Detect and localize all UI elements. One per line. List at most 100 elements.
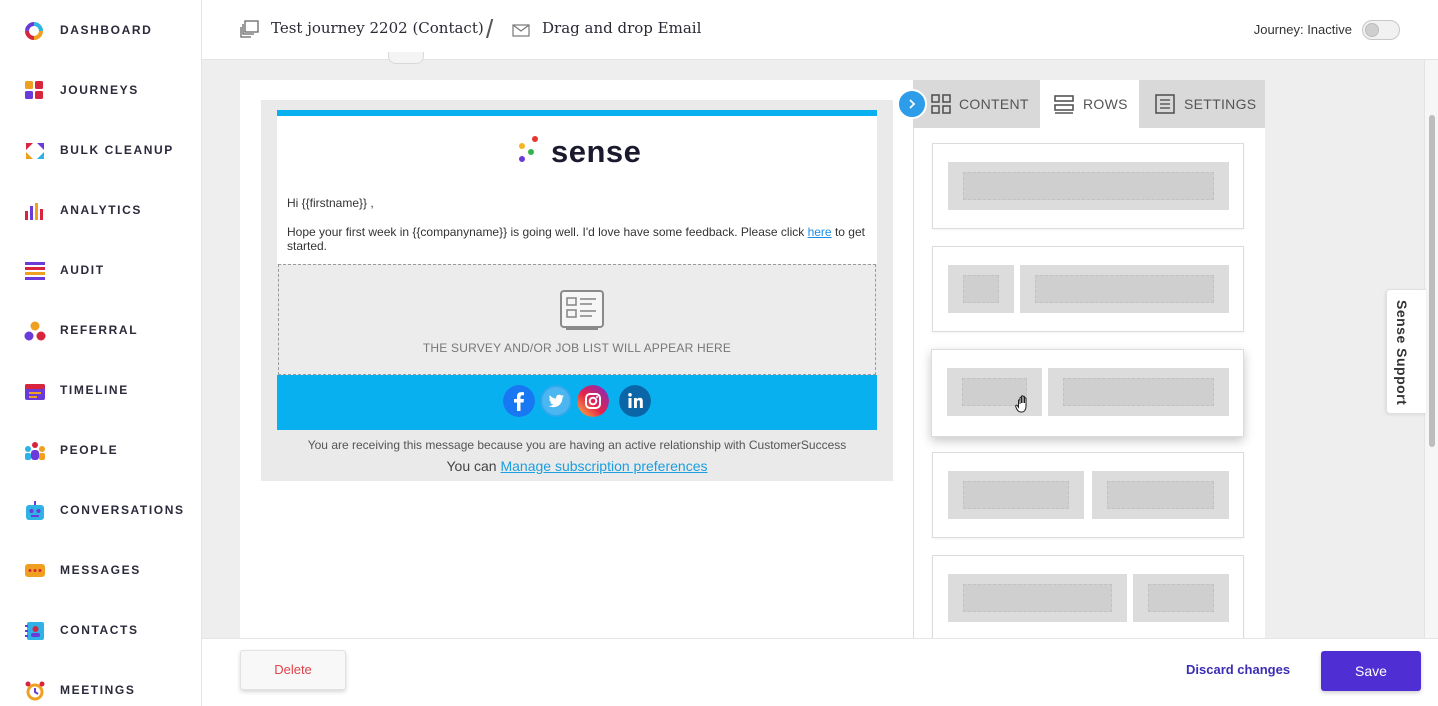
people-group-icon: [25, 442, 45, 460]
row-layout-1-3-2-3[interactable]: [931, 349, 1244, 437]
instagram-icon[interactable]: [577, 385, 609, 417]
email-here-link[interactable]: here: [808, 225, 832, 239]
manage-subscription-link[interactable]: Manage subscription preferences: [500, 458, 707, 474]
bulk-cleanup-arrows-icon: [26, 143, 44, 159]
tab-rows[interactable]: ROWS: [1040, 80, 1139, 128]
sidebar-item-label: BULK CLEANUP: [60, 143, 174, 157]
tab-settings[interactable]: SETTINGS: [1139, 80, 1265, 128]
sidebar-item-label: ANALYTICS: [60, 203, 142, 217]
email-footer-note: You are receiving this message because y…: [307, 438, 847, 452]
grab-hand-cursor-icon: [1015, 395, 1027, 413]
page-scrollbar-thumb[interactable]: [1429, 115, 1435, 447]
sidebar-item-audit[interactable]: AUDIT: [0, 251, 201, 291]
survey-placeholder-block[interactable]: THE SURVEY AND/OR JOB LIST WILL APPEAR H…: [278, 264, 876, 375]
survey-placeholder-text: THE SURVEY AND/OR JOB LIST WILL APPEAR H…: [422, 341, 732, 355]
row-column-inner: [1035, 275, 1214, 303]
sidebar-item-label: MESSAGES: [60, 563, 141, 577]
sidebar-item-people[interactable]: PEOPLE: [0, 431, 201, 471]
row-layout-1-column[interactable]: [932, 143, 1244, 229]
row-column: [948, 574, 1127, 622]
sidebar-item-label: AUDIT: [60, 263, 105, 277]
analytics-bars-icon: [25, 203, 43, 220]
top-header: Test journey 2202 (Contact) / Drag and d…: [202, 0, 1438, 60]
sidebar-item-label: DASHBOARD: [60, 23, 153, 37]
sidebar-item-referral[interactable]: REFERRAL: [0, 311, 201, 351]
row-column: [1020, 265, 1229, 313]
sense-support-tab[interactable]: Sense Support: [1386, 289, 1426, 414]
breadcrumb-page: Drag and drop Email: [542, 19, 702, 37]
sidebar-item-label: CONVERSATIONS: [60, 503, 185, 517]
audit-list-icon: [25, 262, 45, 280]
messages-bubble-icon: [25, 564, 45, 577]
referral-circles-icon: [24, 321, 46, 341]
discard-changes-button[interactable]: Discard changes: [1186, 662, 1290, 677]
hidden-toggle: [388, 52, 424, 64]
twitter-icon[interactable]: [540, 385, 572, 417]
app-root: DASHBOARD JOURNEYS BULK CLEANUP ANALYTIC…: [0, 0, 1438, 706]
sidebar-item-label: MEETINGS: [60, 683, 136, 697]
email-paragraph-text: Hope your first week in {{companyname}} …: [287, 225, 808, 239]
email-content-block[interactable]: sense Hi {{firstname}} , Hope your first…: [277, 116, 877, 264]
tab-settings-label: SETTINGS: [1184, 96, 1257, 112]
meetings-clock-icon: [25, 681, 45, 701]
survey-form-icon: [560, 290, 604, 330]
sidebar-item-label: CONTACTS: [60, 623, 139, 637]
conversations-robot-icon: [26, 501, 44, 520]
breadcrumb-journey[interactable]: Test journey 2202 (Contact): [271, 19, 484, 37]
row-layout-1-4-3-4[interactable]: [932, 246, 1244, 332]
breadcrumb-separator: /: [486, 14, 494, 44]
facebook-icon[interactable]: [503, 385, 535, 417]
email-footer-manage-prefix: You can: [446, 458, 501, 474]
sense-support-label: Sense Support: [1394, 300, 1410, 406]
row-layout-2-3-1-3[interactable]: [932, 555, 1244, 638]
sidebar-item-timeline[interactable]: TIMELINE: [0, 371, 201, 411]
toggle-knob: [1365, 23, 1379, 37]
social-links-block[interactable]: [277, 375, 877, 430]
sidebar-item-dashboard[interactable]: DASHBOARD: [0, 11, 201, 51]
delete-button[interactable]: Delete: [240, 650, 346, 690]
email-greeting: Hi {{firstname}} ,: [287, 196, 374, 210]
row-column-inner: [963, 584, 1112, 612]
row-column: [1133, 574, 1229, 622]
sidebar-item-messages[interactable]: MESSAGES: [0, 551, 201, 591]
tab-rows-label: ROWS: [1083, 96, 1128, 112]
tab-content[interactable]: CONTENT: [913, 80, 1040, 128]
sidebar-item-label: TIMELINE: [60, 383, 129, 397]
sidebar-item-bulk-cleanup[interactable]: BULK CLEANUP: [0, 131, 201, 171]
journey-status-label: Journey: Inactive: [1253, 22, 1352, 37]
row-column-inner: [1107, 481, 1214, 509]
chevron-right-icon: [909, 99, 916, 109]
sidebar-item-journeys[interactable]: JOURNEYS: [0, 71, 201, 111]
email-paragraph: Hope your first week in {{companyname}} …: [287, 225, 867, 253]
journey-active-toggle[interactable]: [1362, 20, 1400, 40]
sense-logo-dots-icon: [519, 136, 538, 162]
content-grid-icon: [931, 94, 951, 114]
row-column-inner: [1063, 378, 1214, 406]
row-column: [1092, 471, 1229, 519]
rows-stack-icon: [1054, 95, 1074, 114]
row-column: [948, 471, 1084, 519]
row-layout-1-2-1-2[interactable]: [932, 452, 1244, 538]
sidebar-item-conversations[interactable]: CONVERSATIONS: [0, 491, 201, 531]
sense-logo-text: sense: [551, 134, 642, 169]
timeline-calendar-icon: [25, 384, 45, 400]
panel-collapse-button[interactable]: [897, 89, 927, 119]
email-envelope-icon: [512, 24, 530, 37]
row-column: [1048, 368, 1229, 416]
journey-copy-icon: [240, 20, 259, 38]
row-column-inner: [1148, 584, 1214, 612]
row-column: [948, 162, 1229, 210]
tab-content-label: CONTENT: [959, 96, 1029, 112]
linkedin-icon[interactable]: [619, 385, 651, 417]
contacts-card-icon: [25, 622, 44, 640]
row-column-inner: [963, 172, 1214, 200]
sidebar-item-label: JOURNEYS: [60, 83, 139, 97]
sidebar-item-contacts[interactable]: CONTACTS: [0, 611, 201, 651]
row-column: [948, 265, 1014, 313]
sidebar-item-meetings[interactable]: MEETINGS: [0, 671, 201, 706]
sidebar-item-label: PEOPLE: [60, 443, 119, 457]
sidebar-item-analytics[interactable]: ANALYTICS: [0, 191, 201, 231]
save-button[interactable]: Save: [1321, 651, 1421, 691]
email-footer-manage: You can Manage subscription preferences: [261, 458, 893, 474]
row-column-inner: [963, 481, 1069, 509]
